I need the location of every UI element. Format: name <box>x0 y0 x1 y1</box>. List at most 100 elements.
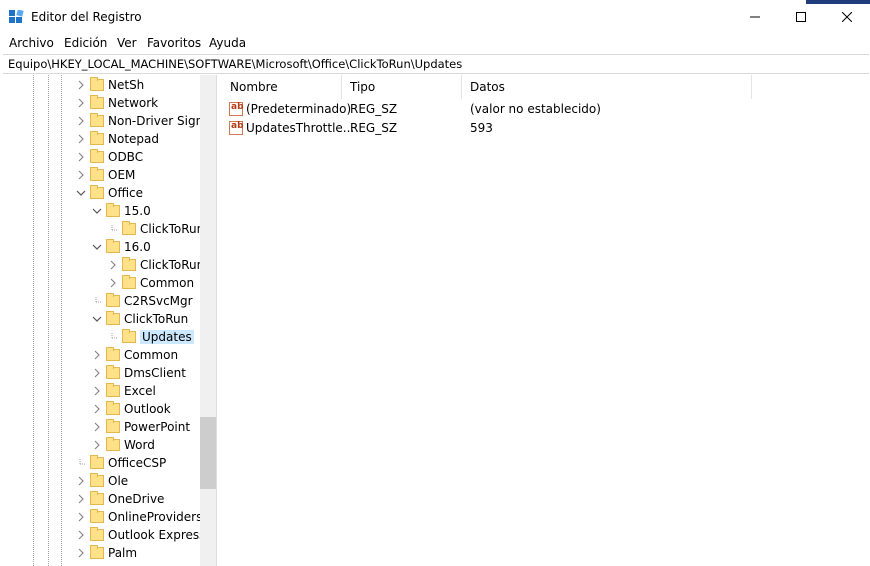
tree-item[interactable]: Common <box>92 346 178 364</box>
folder-icon <box>90 149 104 163</box>
chevron-right-icon[interactable] <box>76 116 86 126</box>
tree-item[interactable]: ODBC <box>76 148 143 166</box>
menu-ver[interactable]: Ver <box>117 36 137 50</box>
close-button[interactable] <box>824 0 870 33</box>
column-header-data[interactable]: Datos <box>462 75 752 99</box>
tree-item-label: Outlook <box>124 402 171 416</box>
tree-item[interactable]: Updates <box>108 328 194 346</box>
tree-vertical-scrollbar[interactable] <box>200 75 216 566</box>
tree-item-label: Office <box>108 186 144 200</box>
tree-item-label: Word <box>124 438 155 452</box>
tree-item[interactable]: PowerPoint <box>92 418 190 436</box>
chevron-right-icon[interactable] <box>108 278 118 288</box>
folder-icon <box>106 419 120 433</box>
values-list[interactable]: Nombre Tipo Datos ab (Predeterminado) REG_… <box>222 75 870 566</box>
tree-item[interactable]: Ole <box>76 472 128 490</box>
folder-icon <box>106 239 120 253</box>
chevron-right-icon[interactable] <box>92 350 102 360</box>
menu-archivo[interactable]: Archivo <box>9 36 54 50</box>
tree-item[interactable]: OEM <box>76 166 135 184</box>
folder-icon <box>106 437 120 451</box>
folder-icon <box>90 473 104 487</box>
chevron-right-icon[interactable] <box>92 440 102 450</box>
tree-item[interactable]: OneDrive <box>76 490 164 508</box>
minimize-button[interactable] <box>732 0 778 33</box>
maximize-button[interactable] <box>778 0 824 33</box>
tree-item[interactable]: Outlook Express <box>76 526 205 544</box>
tree-item[interactable]: Excel <box>92 382 156 400</box>
tree-item[interactable]: DmsClient <box>92 364 186 382</box>
chevron-down-icon[interactable] <box>76 188 86 198</box>
chevron-right-icon[interactable] <box>76 170 86 180</box>
chevron-right-icon[interactable] <box>76 476 86 486</box>
registry-key-tree[interactable]: NetSh Network Non-Driver Signin Notepad ODBC… <box>0 75 217 566</box>
column-header-name[interactable]: Nombre <box>222 75 342 99</box>
chevron-right-icon[interactable] <box>76 548 86 558</box>
tree-item-label: Ole <box>108 474 129 488</box>
tree-item[interactable]: 15.0 <box>92 202 151 220</box>
tree-item[interactable]: Outlook <box>92 400 171 418</box>
value-row[interactable]: ab (Predeterminado) REG_SZ (valor no establ… <box>222 100 870 119</box>
tree-item[interactable]: OfficeCSP <box>76 454 166 472</box>
tree-guide-line <box>61 75 62 566</box>
menu-ayuda[interactable]: Ayuda <box>209 36 246 50</box>
chevron-right-icon[interactable] <box>76 134 86 144</box>
chevron-right-icon[interactable] <box>76 80 86 90</box>
tree-item[interactable]: C2RSvcMgr <box>92 292 193 310</box>
folder-icon <box>90 545 104 559</box>
tree-scrollbar-thumb[interactable] <box>200 417 216 489</box>
menu-edicion[interactable]: Edición <box>64 36 107 50</box>
chevron-right-icon[interactable] <box>108 260 118 270</box>
tree-item[interactable]: ClickToRun <box>108 220 204 238</box>
value-type: REG_SZ <box>350 102 398 116</box>
chevron-right-icon[interactable] <box>76 494 86 504</box>
chevron-right-icon[interactable] <box>92 422 102 432</box>
tree-item-label: C2RSvcMgr <box>124 294 193 308</box>
chevron-right-icon[interactable] <box>76 152 86 162</box>
tree-item[interactable]: NetSh <box>76 76 144 94</box>
folder-icon <box>90 167 104 181</box>
tree-item-label: OneDrive <box>108 492 165 506</box>
chevron-right-icon[interactable] <box>92 404 102 414</box>
tree-item-label: 16.0 <box>124 240 151 254</box>
chevron-right-icon[interactable] <box>76 530 86 540</box>
tree-item[interactable]: Word <box>92 436 155 454</box>
tree-item-label: Outlook Express <box>108 528 206 542</box>
tree-item-label: ClickToRun <box>124 312 189 326</box>
column-header-type[interactable]: Tipo <box>342 75 462 99</box>
tree-connector <box>76 458 86 468</box>
folder-icon <box>90 131 104 145</box>
chevron-down-icon[interactable] <box>92 242 102 252</box>
tree-item[interactable]: ClickToRun <box>92 310 188 328</box>
tree-item[interactable]: Network <box>76 94 158 112</box>
folder-icon <box>90 113 104 127</box>
folder-icon <box>90 77 104 91</box>
tree-item[interactable]: Non-Driver Signin <box>76 112 214 130</box>
chevron-right-icon[interactable] <box>76 512 86 522</box>
tree-item[interactable]: Palm <box>76 544 137 562</box>
tree-guide-line <box>33 75 34 566</box>
chevron-right-icon[interactable] <box>92 368 102 378</box>
folder-icon <box>90 527 104 541</box>
address-bar[interactable]: Equipo\HKEY_LOCAL_MACHINE\SOFTWARE\Micro… <box>3 54 869 74</box>
address-path[interactable]: Equipo\HKEY_LOCAL_MACHINE\SOFTWARE\Micro… <box>8 57 462 71</box>
chevron-down-icon[interactable] <box>92 206 102 216</box>
tree-item[interactable]: Common <box>108 274 194 292</box>
tree-item-label: ODBC <box>108 150 144 164</box>
tree-item[interactable]: OnlineProviders <box>76 508 202 526</box>
tree-item[interactable]: Notepad <box>76 130 159 148</box>
tree-item[interactable]: 16.0 <box>92 238 151 256</box>
tree-item[interactable]: ClickToRun <box>108 256 204 274</box>
menu-favoritos[interactable]: Favoritos <box>147 36 201 50</box>
tree-guide-line <box>48 75 49 566</box>
chevron-right-icon[interactable] <box>76 98 86 108</box>
tree-item-label: 15.0 <box>124 204 151 218</box>
maximize-icon <box>796 11 806 22</box>
folder-icon <box>90 95 104 109</box>
tree-item[interactable]: Office <box>76 184 143 202</box>
chevron-right-icon[interactable] <box>92 386 102 396</box>
value-name: (Predeterminado) <box>246 102 352 116</box>
chevron-down-icon[interactable] <box>92 314 102 324</box>
string-value-icon: ab <box>229 121 244 135</box>
value-row[interactable]: ab UpdatesThrottle... REG_SZ 593 <box>222 119 870 138</box>
